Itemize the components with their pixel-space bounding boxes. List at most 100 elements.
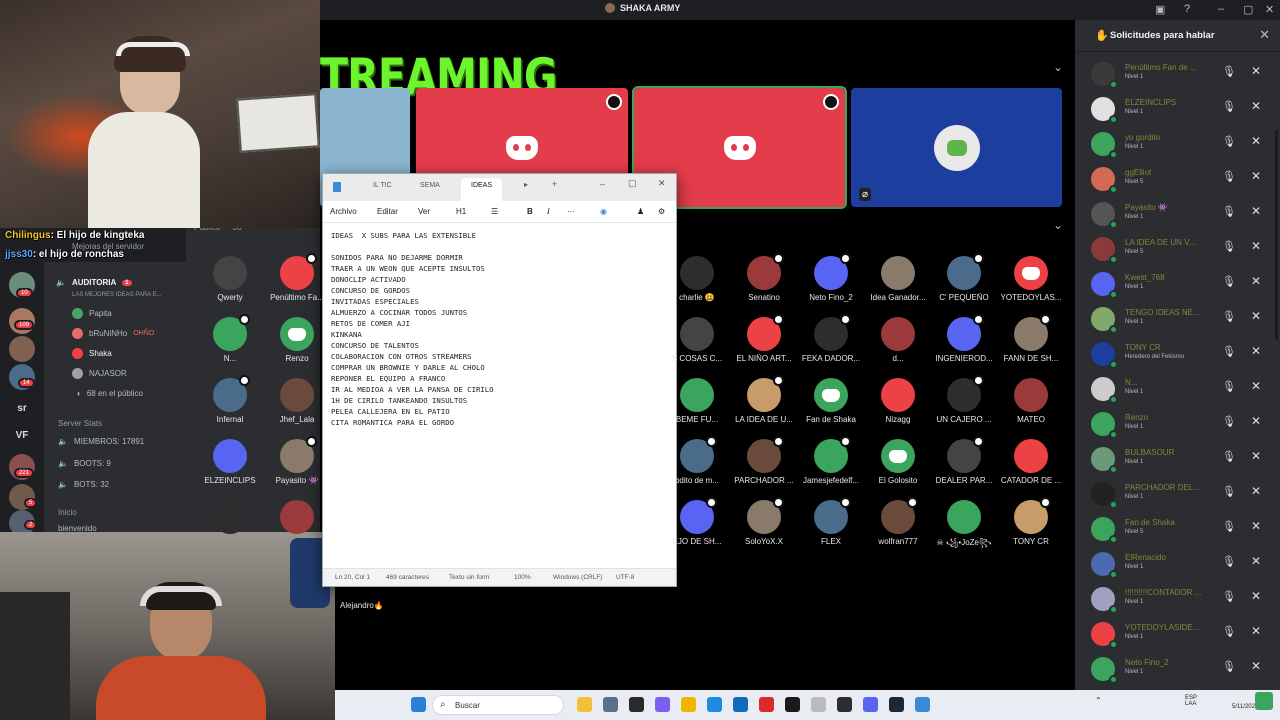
notepad-icon[interactable] <box>915 697 930 712</box>
speaker-tile[interactable]: ⌀ <box>851 88 1062 207</box>
help-icon[interactable]: ? <box>1184 3 1190 15</box>
audience-member[interactable]: d... <box>864 317 932 363</box>
dismiss-request-icon[interactable]: ✕ <box>1251 344 1261 358</box>
audience-member[interactable]: Qwerty <box>196 256 264 302</box>
audience-member[interactable]: MATEO <box>997 378 1065 424</box>
audience-member[interactable]: charlie 😃 <box>663 256 731 302</box>
dismiss-request-icon[interactable]: ✕ <box>1251 274 1261 288</box>
invite-to-speak-icon[interactable]: 🎙 <box>1222 135 1236 148</box>
dismiss-request-icon[interactable]: ✕ <box>1251 134 1261 148</box>
audience-member[interactable]: S COSAS C... <box>663 317 731 363</box>
voice-channel-auditoria[interactable]: 🔈 AUDITORIA 1 <box>56 278 132 287</box>
invite-to-speak-icon[interactable]: 🎙 <box>1222 450 1236 463</box>
voice-member-bruninho[interactable]: bRuNiNHo OHÑO <box>72 328 154 339</box>
audience-member[interactable] <box>196 500 264 537</box>
audience-member[interactable]: FLEX <box>797 497 865 546</box>
inbox-icon[interactable]: ▣ <box>1155 3 1165 16</box>
copilot-icon[interactable] <box>655 697 670 712</box>
dismiss-request-icon[interactable]: ✕ <box>1251 554 1261 568</box>
tray-chevron-icon[interactable]: ⌃ <box>1095 696 1102 705</box>
dismiss-request-icon[interactable]: ✕ <box>1251 309 1261 323</box>
audience-member[interactable]: Payasito 👾 <box>263 436 331 485</box>
audience-member[interactable]: N... <box>196 314 264 363</box>
audience-member[interactable]: Jhef_Lala <box>263 378 331 424</box>
edge-icon[interactable] <box>707 697 722 712</box>
category-server-stats[interactable]: Server Stats <box>58 419 102 428</box>
invite-to-speak-icon[interactable]: 🎙 <box>1222 590 1236 603</box>
speak-request-row[interactable]: TONY CR Heredero del Fekismo 🎙 ✕ <box>1075 338 1280 373</box>
speak-request-row[interactable]: Fan de Shaka Nivel 5 🎙 ✕ <box>1075 513 1280 548</box>
more-icon[interactable]: ··· <box>567 207 575 216</box>
close-window-icon[interactable]: ✕ <box>1265 3 1274 16</box>
line-ending[interactable]: Windows (CRLF) <box>553 574 602 581</box>
dismiss-request-icon[interactable]: ✕ <box>1251 99 1261 113</box>
voice-member-najasor[interactable]: NAJASOR <box>72 368 127 379</box>
invite-to-speak-icon[interactable]: 🎙 <box>1222 485 1236 498</box>
invite-to-speak-icon[interactable]: 🎙 <box>1222 415 1236 428</box>
minimize-icon[interactable]: – <box>1218 3 1224 15</box>
dismiss-request-icon[interactable]: ✕ <box>1251 414 1261 428</box>
copilot-icon[interactable]: ◉ <box>600 207 607 216</box>
zoom-level[interactable]: 100% <box>514 574 531 581</box>
speak-request-row[interactable]: N... Nivel 1 🎙 ✕ <box>1075 373 1280 408</box>
speak-request-row[interactable]: Neto Fino_2 Nivel 1 🎙 ✕ <box>1075 653 1280 688</box>
dismiss-request-icon[interactable]: ✕ <box>1251 449 1261 463</box>
bold-icon[interactable]: B <box>527 207 533 216</box>
speak-request-row[interactable]: YOTEDOYLASIDE... Nivel 1 🎙 ✕ <box>1075 618 1280 653</box>
audience-member[interactable]: DEALER PAR... <box>930 436 998 485</box>
store-icon[interactable] <box>733 697 748 712</box>
language-indicator[interactable]: ESP LAA <box>1185 695 1197 707</box>
dismiss-request-icon[interactable]: ✕ <box>1251 624 1261 638</box>
speak-request-row[interactable]: Renzo Nivel 1 🎙 ✕ <box>1075 408 1280 443</box>
audience-member[interactable]: CATADOR DE ... <box>997 439 1065 485</box>
file-explorer-icon[interactable] <box>577 697 592 712</box>
invite-to-speak-icon[interactable]: 🎙 <box>1222 65 1236 78</box>
close-icon[interactable]: ✕ <box>658 178 666 189</box>
audience-member[interactable]: ☠ ꧁•JoZe꧂ <box>930 500 998 553</box>
audience-member[interactable]: BEME FU... <box>663 378 731 424</box>
menu-editar[interactable]: Editar <box>377 207 398 216</box>
speak-request-row[interactable]: Payasito 👾 Nivel 1 🎙 ✕ <box>1075 198 1280 233</box>
audience-member[interactable]: bdito de m... <box>663 436 731 485</box>
menu-archivo[interactable]: Archivo <box>330 207 357 216</box>
audience-member[interactable] <box>263 500 331 537</box>
notepad-tab[interactable]: IL TIC <box>373 182 392 189</box>
audience-member[interactable]: FANN DE SH... <box>997 314 1065 363</box>
scrollbar[interactable] <box>1275 130 1278 340</box>
chevron-down-icon[interactable]: ⌄ <box>1053 218 1063 232</box>
dismiss-request-icon[interactable]: ✕ <box>1251 204 1261 218</box>
notepad-tab-active[interactable]: IDEAS <box>461 178 503 201</box>
audience-member[interactable]: INGENIEROD... <box>930 314 998 363</box>
list-icon[interactable]: ☰ <box>491 207 498 216</box>
dismiss-request-icon[interactable]: ✕ <box>1251 379 1261 393</box>
photos-icon[interactable] <box>603 697 618 712</box>
speak-request-row[interactable]: yo gordito Nivel 1 🎙 ✕ <box>1075 128 1280 163</box>
steam-icon[interactable] <box>889 697 904 712</box>
encoding[interactable]: UTF-8 <box>616 574 634 581</box>
maximize-icon[interactable]: ▢ <box>1243 3 1253 16</box>
speak-request-row[interactable]: TENGO IDEAS NE... Nivel 1 🎙 ✕ <box>1075 303 1280 338</box>
dismiss-request-icon[interactable]: ✕ <box>1251 64 1261 78</box>
folder-icon[interactable] <box>681 697 696 712</box>
menu-ver[interactable]: Ver <box>418 207 430 216</box>
audience-member[interactable]: Fan de Shaka <box>797 378 865 424</box>
audience-member[interactable]: Penúltimo Fa... <box>263 253 331 302</box>
audience-member[interactable]: Nizagg <box>864 378 932 424</box>
discord-icon[interactable] <box>863 697 878 712</box>
taskbar-search[interactable]: ⌕ Buscar <box>432 695 564 715</box>
audience-member[interactable]: C' PEQUEÑO <box>930 253 998 302</box>
invite-to-speak-icon[interactable]: 🎙 <box>1222 380 1236 393</box>
heading-dropdown[interactable]: H1 <box>456 207 466 216</box>
speak-request-row[interactable]: Penúltimo Fan de ... Nivel 1 🎙 ✕ <box>1075 58 1280 93</box>
invite-to-speak-icon[interactable]: 🎙 <box>1222 100 1236 113</box>
speak-request-row[interactable]: Kwest_768 Nivel 1 🎙 ✕ <box>1075 268 1280 303</box>
speak-request-row[interactable]: LA IDEA DE UN V... Nivel 5 🎙 ✕ <box>1075 233 1280 268</box>
voice-member-papita[interactable]: Papita <box>72 308 112 319</box>
tab-scroll-right-icon[interactable]: ▸ <box>524 180 528 189</box>
invite-to-speak-icon[interactable]: 🎙 <box>1222 170 1236 183</box>
taskview-icon[interactable] <box>629 697 644 712</box>
dismiss-request-icon[interactable]: ✕ <box>1251 484 1261 498</box>
audience-member[interactable]: Idea Ganador... <box>864 256 932 302</box>
invite-to-speak-icon[interactable]: 🎙 <box>1222 275 1236 288</box>
audience-member[interactable]: Infernal <box>196 375 264 424</box>
